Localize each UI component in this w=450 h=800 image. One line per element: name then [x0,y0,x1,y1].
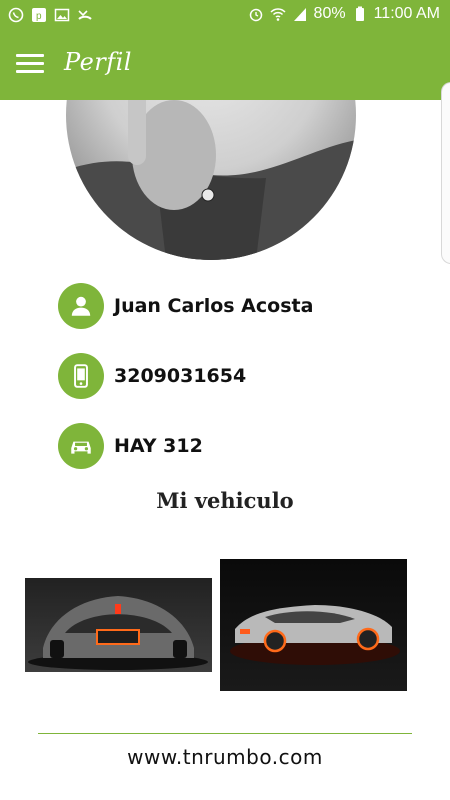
status-bar: p 80% 11:00 AM [0,0,450,32]
profile-phone-row: 3209031654 [58,353,246,399]
missed-call-icon [77,7,93,23]
vehicle-photo-rear[interactable] [25,578,212,672]
image-icon [54,7,70,23]
signal-icon [292,6,308,22]
car-icon [58,423,104,469]
vehicle-section-title: Mi vehiculo [156,488,294,513]
whatsapp-icon [8,7,24,23]
profile-plate-row: HAY 312 [58,423,203,469]
notification-icons: p [8,7,93,23]
clock: 11:00 AM [373,5,440,22]
profile-photo[interactable] [66,100,356,260]
app-bar: Perfil [0,32,450,100]
battery-percent: 80% [313,5,346,22]
phone-icon [58,353,104,399]
footer-divider [38,733,412,734]
profile-name: Juan Carlos Acosta [114,295,314,317]
profile-photo-container [66,100,356,260]
profile-plate: HAY 312 [114,435,203,457]
profile-phone: 3209031654 [114,365,247,387]
hamburger-menu-icon[interactable] [16,54,44,78]
footer-website-link[interactable]: www.tnrumbo.com [0,745,450,769]
svg-text:p: p [36,11,42,22]
system-indicators: 80% 11:00 AM [248,5,440,23]
wifi-icon [270,6,286,22]
alarm-icon [248,6,264,22]
page-title: Perfil [64,48,132,76]
profile-name-row: Juan Carlos Acosta [58,283,313,329]
p-app-icon: p [31,7,47,23]
drawer-edge-handle[interactable] [441,82,450,264]
battery-icon [352,6,368,22]
vehicle-photo-side[interactable] [220,559,407,691]
person-icon [58,283,104,329]
